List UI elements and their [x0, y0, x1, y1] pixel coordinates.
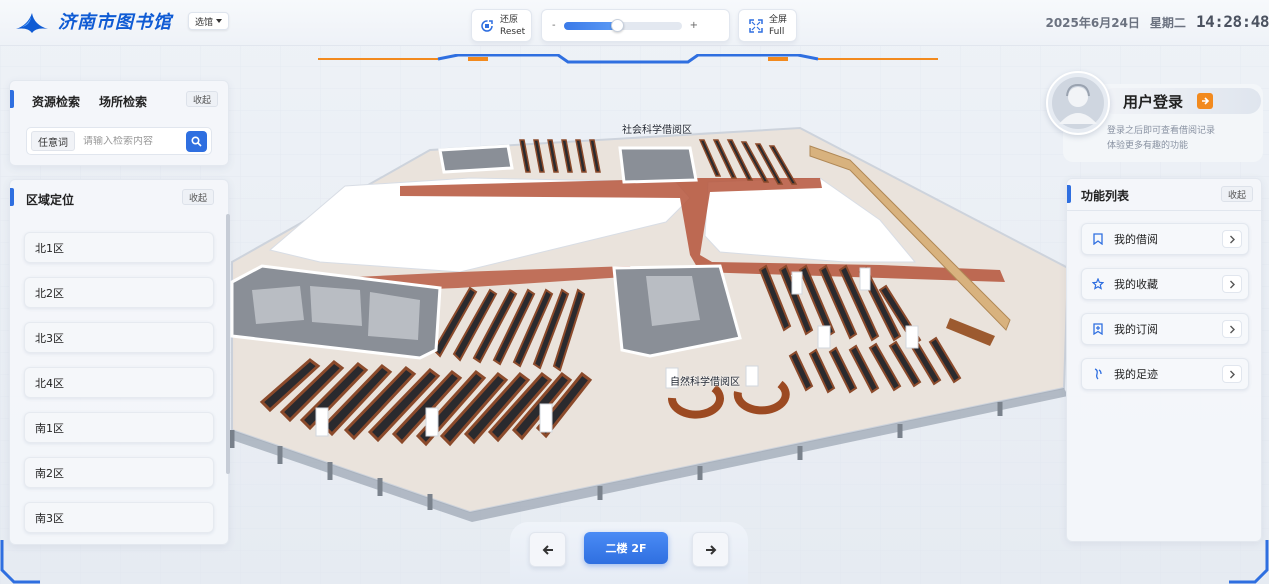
- my-footprints-label: 我的足迹: [1114, 368, 1158, 381]
- subscribe-icon: [1093, 323, 1103, 335]
- area-item-north-2[interactable]: 北2区: [24, 277, 214, 308]
- header-decoration: [318, 54, 938, 64]
- zone-label-social-science[interactable]: 社会科学借阅区: [622, 121, 692, 136]
- reset-label: 还原: [500, 14, 519, 25]
- login-hint-line-1: 登录之后即可查看借阅记录: [1107, 126, 1216, 136]
- arrow-right-icon: [705, 544, 716, 555]
- user-avatar-icon: [1052, 77, 1104, 129]
- footprint-icon: [1094, 368, 1102, 380]
- reset-button[interactable]: 还原 Reset: [471, 9, 532, 42]
- panel-accent: [10, 188, 14, 206]
- area-item-north-4[interactable]: 北4区: [24, 367, 214, 398]
- top-bar: 济南市图书馆 选馆 还原 Reset - + 全屏 Full 2025年6月24…: [0, 0, 1269, 46]
- weekday-text: 星期二: [1149, 16, 1186, 30]
- my-footprints-button[interactable]: 我的足迹: [1081, 358, 1249, 390]
- chevron-right-icon: [1222, 275, 1242, 293]
- zoom-control: - +: [541, 9, 730, 42]
- date-text: 2025年6月24日: [1045, 16, 1140, 30]
- login-title[interactable]: 用户登录: [1123, 91, 1183, 112]
- star-icon: [1092, 278, 1104, 290]
- area-list: 北1区 北2区 北3区 北4区 南1区 南2区 南3区: [24, 232, 214, 544]
- search-input[interactable]: [83, 135, 175, 147]
- search-panel: 资源检索 场所检索 收起 任意词: [9, 80, 229, 166]
- zoom-in-button[interactable]: +: [690, 20, 698, 31]
- chevron-right-icon: [1222, 365, 1242, 383]
- app-title: 济南市图书馆: [58, 12, 172, 33]
- area-item-south-2[interactable]: 南2区: [24, 457, 214, 488]
- search-type-select[interactable]: 任意词: [31, 131, 75, 151]
- arrow-left-icon: [542, 544, 553, 555]
- corner-decoration: [1229, 540, 1269, 584]
- corner-decoration: [0, 540, 40, 584]
- search-box: 任意词: [26, 127, 212, 155]
- floor-next-button[interactable]: [692, 532, 729, 567]
- chevron-right-icon: [1222, 320, 1242, 338]
- area-item-north-3[interactable]: 北3区: [24, 322, 214, 353]
- floor-prev-button[interactable]: [529, 532, 566, 567]
- fullscreen-sublabel: Full: [769, 26, 785, 37]
- my-subscriptions-button[interactable]: 我的订阅: [1081, 313, 1249, 345]
- area-list-scrollbar[interactable]: [226, 214, 230, 474]
- zoom-out-button[interactable]: -: [552, 20, 556, 31]
- login-hint-line-2: 体验更多有趣的功能: [1107, 141, 1189, 151]
- search-icon: [191, 136, 202, 147]
- my-favorites-button[interactable]: 我的收藏: [1081, 268, 1249, 300]
- area-collapse-button[interactable]: 收起: [181, 189, 214, 205]
- function-collapse-button[interactable]: 收起: [1220, 186, 1253, 202]
- login-arrow-icon[interactable]: [1197, 93, 1213, 109]
- library-logo-icon: [16, 13, 48, 33]
- datetime-display: 2025年6月24日 星期二 14:28:48: [1045, 12, 1269, 31]
- bookmark-icon: [1093, 233, 1103, 245]
- search-collapse-button[interactable]: 收起: [185, 91, 218, 107]
- chevron-right-icon: [1222, 230, 1242, 248]
- tab-place-search[interactable]: 场所检索: [99, 93, 147, 110]
- function-panel-title: 功能列表: [1081, 189, 1130, 203]
- panel-accent: [10, 90, 14, 108]
- fullscreen-label: 全屏: [769, 14, 788, 25]
- zoom-slider[interactable]: [563, 18, 682, 32]
- hall-select-dropdown[interactable]: 选馆: [188, 12, 230, 30]
- app-logo: 济南市图书馆: [14, 7, 172, 35]
- chevron-down-icon: [216, 19, 223, 23]
- tab-resource-search[interactable]: 资源检索: [32, 93, 80, 110]
- login-hint: 登录之后即可查看借阅记录 体验更多有趣的功能: [1107, 124, 1215, 154]
- area-item-south-1[interactable]: 南1区: [24, 412, 214, 443]
- my-favorites-label: 我的收藏: [1114, 278, 1158, 291]
- area-item-south-3[interactable]: 南3区: [24, 502, 214, 533]
- reset-icon: [481, 19, 493, 32]
- reset-sublabel: Reset: [500, 26, 526, 37]
- my-borrowing-button[interactable]: 我的借阅: [1081, 223, 1249, 255]
- avatar[interactable]: [1046, 71, 1110, 135]
- area-locator-panel: 区域定位 收起 北1区 北2区 北3区 北4区 南1区 南2区 南3区: [9, 179, 229, 545]
- search-button[interactable]: [186, 131, 207, 152]
- current-floor-button[interactable]: 二楼 2F: [584, 532, 668, 564]
- my-borrowing-label: 我的借阅: [1114, 233, 1158, 246]
- area-panel-title: 区域定位: [26, 193, 75, 207]
- area-item-north-1[interactable]: 北1区: [24, 232, 214, 263]
- hall-select-label: 选馆: [195, 17, 214, 28]
- function-list-panel: 功能列表 收起 我的借阅 我的收藏 我的订阅 我的足迹: [1066, 178, 1263, 542]
- zoom-slider-thumb[interactable]: [610, 18, 624, 32]
- my-subscriptions-label: 我的订阅: [1114, 323, 1158, 336]
- panel-accent: [1067, 185, 1071, 203]
- time-text: 14:28:48: [1195, 12, 1269, 31]
- divider: [1067, 210, 1263, 211]
- fullscreen-icon: [749, 18, 763, 33]
- fullscreen-button[interactable]: 全屏 Full: [738, 9, 797, 42]
- zone-label-natural-science[interactable]: 自然科学借阅区: [670, 373, 740, 388]
- zoom-slider-fill: [563, 21, 617, 30]
